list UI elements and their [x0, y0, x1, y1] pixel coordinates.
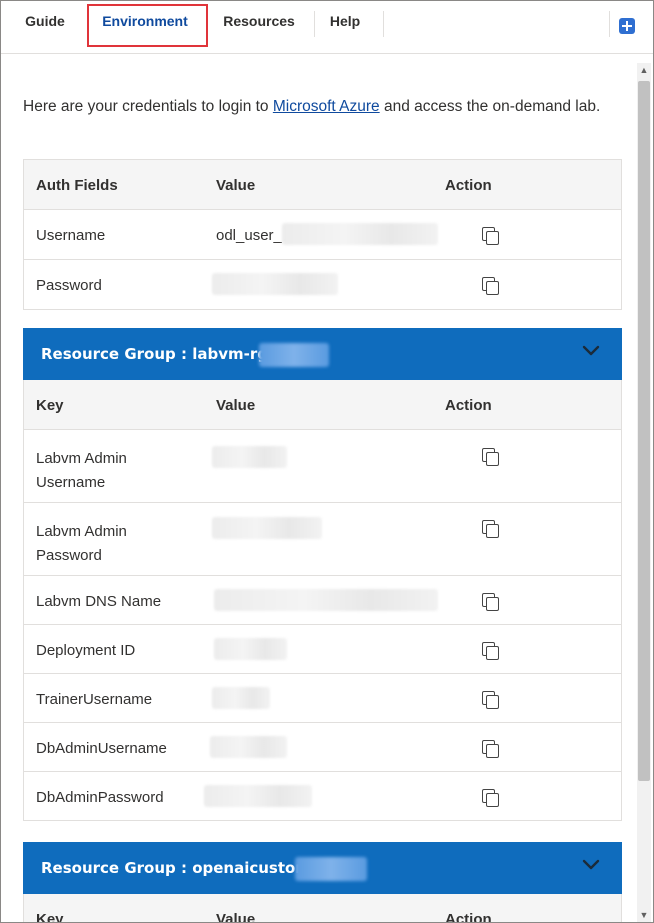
copy-icon[interactable]	[482, 740, 499, 758]
resource-group-title: Resource Group : labvm-rg-	[41, 345, 275, 363]
table-row: Labvm DNS Name	[24, 576, 621, 625]
row-key-label: Labvm Admin Password	[36, 520, 127, 568]
copy-icon[interactable]	[482, 227, 499, 245]
header-value: Value	[216, 177, 256, 194]
row-key-label: DbAdminPassword	[36, 789, 164, 806]
vertical-scrollbar[interactable]: ▲ ▼	[637, 63, 651, 922]
table-row: Labvm Admin Username	[24, 430, 621, 503]
copy-icon[interactable]	[482, 277, 499, 295]
intro-before: Here are your credentials to login to	[23, 98, 273, 115]
header-key: Key	[36, 397, 64, 414]
scroll-down-arrow-icon[interactable]: ▼	[637, 908, 651, 922]
intro-after: and access the on-demand lab.	[379, 98, 601, 115]
header-value: Value	[216, 397, 256, 414]
table-row: DbAdminPassword	[24, 772, 621, 821]
extension-icon[interactable]	[619, 18, 635, 34]
redacted-value	[204, 785, 312, 807]
tab-resources[interactable]: Resources	[219, 1, 299, 43]
table-row: DbAdminUsername	[24, 723, 621, 772]
tab-highlight-box	[87, 4, 208, 47]
copy-icon[interactable]	[482, 593, 499, 611]
scroll-up-arrow-icon[interactable]: ▲	[637, 63, 651, 77]
header-action: Action	[445, 177, 492, 194]
redacted-value	[295, 857, 367, 881]
header-key: Key	[36, 911, 64, 923]
redacted-value	[259, 343, 329, 367]
resource-group-table: Key Value Action Labvm Admin Username Lab…	[23, 380, 622, 821]
scroll-thumb[interactable]	[638, 81, 650, 781]
chevron-down-icon[interactable]	[582, 342, 600, 360]
resource-group-header[interactable]: Resource Group : labvm-rg-	[23, 328, 622, 380]
table-header-row: Auth Fields Value Action	[24, 160, 621, 210]
row-key-line: Labvm Admin	[36, 450, 127, 467]
tab-divider	[383, 11, 384, 37]
chevron-down-icon[interactable]	[582, 856, 600, 874]
redacted-value	[214, 589, 438, 611]
table-row: Deployment ID	[24, 625, 621, 674]
table-row: Username odl_user_	[24, 210, 621, 260]
table-header-row: Key Value Action	[24, 894, 621, 923]
header-auth-fields: Auth Fields	[36, 177, 118, 194]
table-row: Labvm Admin Password	[24, 503, 621, 576]
header-action: Action	[445, 911, 492, 923]
row-key-label: Deployment ID	[36, 642, 136, 659]
copy-icon[interactable]	[482, 691, 499, 709]
row-key-line: Username	[36, 474, 106, 491]
tab-divider	[314, 11, 315, 37]
redacted-value	[212, 517, 322, 539]
header-value: Value	[216, 911, 256, 923]
redacted-value	[212, 273, 338, 295]
redacted-value	[212, 446, 287, 468]
header-action: Action	[445, 397, 492, 414]
row-field-label: Password	[36, 277, 102, 294]
row-key-label: DbAdminUsername	[36, 740, 167, 757]
table-row: Password	[24, 260, 621, 310]
row-key-label: TrainerUsername	[36, 691, 153, 708]
intro-text: Here are your credentials to login to Mi…	[23, 98, 600, 116]
redacted-value	[212, 687, 270, 709]
copy-icon[interactable]	[482, 448, 499, 466]
redacted-value	[282, 223, 438, 245]
microsoft-azure-link[interactable]: Microsoft Azure	[273, 98, 380, 115]
resource-group-table: Key Value Action	[23, 894, 622, 923]
app-frame: Guide Environment Resources Help ▲ ▼ Her…	[0, 0, 654, 923]
table-row: TrainerUsername	[24, 674, 621, 723]
tab-help[interactable]: Help	[323, 1, 367, 43]
copy-icon[interactable]	[482, 642, 499, 660]
redacted-value	[214, 638, 287, 660]
tab-guide[interactable]: Guide	[19, 1, 71, 43]
username-value: odl_user_	[216, 227, 282, 244]
row-field-label: Username	[36, 227, 106, 244]
redacted-value	[210, 736, 287, 758]
copy-icon[interactable]	[482, 520, 499, 538]
row-key-line: Labvm Admin	[36, 523, 127, 540]
resource-group-header[interactable]: Resource Group : openaicustom-	[23, 842, 622, 894]
toolbar-divider	[609, 11, 610, 37]
row-key-label: Labvm Admin Username	[36, 447, 127, 495]
auth-table: Auth Fields Value Action Username odl_us…	[23, 159, 622, 310]
tab-bar: Guide Environment Resources Help	[1, 1, 653, 54]
table-header-row: Key Value Action	[24, 380, 621, 430]
row-key-label: Labvm DNS Name	[36, 593, 162, 610]
resource-group-title: Resource Group : openaicustom-	[41, 859, 318, 877]
row-key-line: Password	[36, 547, 102, 564]
copy-icon[interactable]	[482, 789, 499, 807]
